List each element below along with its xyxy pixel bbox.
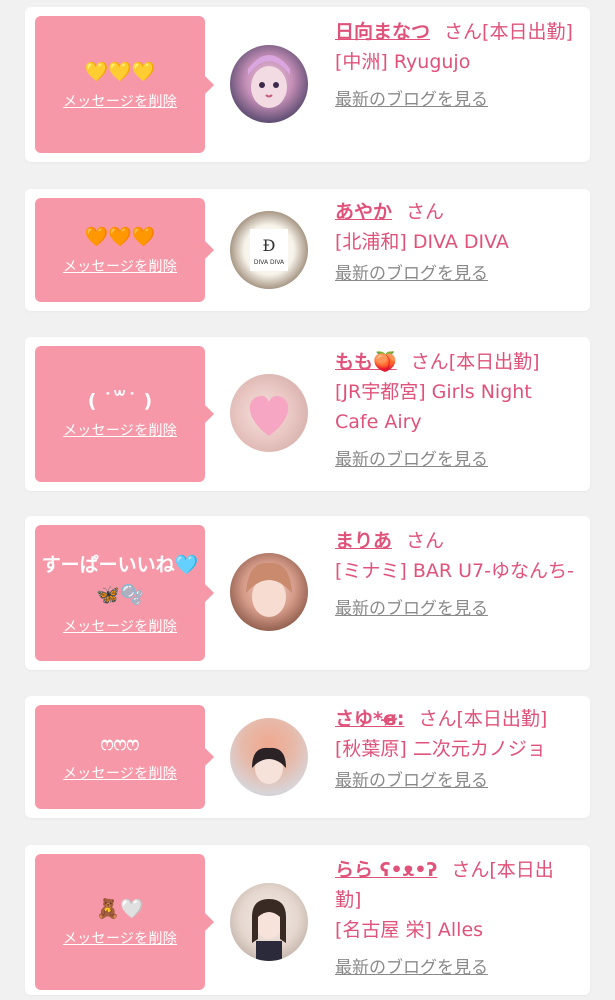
message-card: 💛💛💛 メッセージを削除 日向まなつ さん[本日出勤] [中洲] Ryugujo … [25, 7, 590, 162]
message-text: ( ˙꒳˙ ) [87, 390, 153, 412]
delete-message-link[interactable]: メッセージを削除 [63, 420, 177, 440]
message-card: すーぱーいいね🩵🦋🫧 メッセージを削除 まりあ さん [ミナミ] BAR U7-ゆ… [25, 516, 590, 670]
shop-name: [JR宇都宮] Girls Night Cafe Airy [335, 381, 532, 433]
shop-logo-icon: Ð DIVA DIVA [250, 229, 288, 271]
avatar[interactable] [230, 883, 308, 961]
honorific: さん [406, 530, 445, 552]
avatar[interactable] [230, 718, 308, 796]
honorific: さん [406, 201, 445, 223]
honorific: さん [451, 859, 490, 881]
status-badge: [本日出勤] [456, 708, 548, 730]
svg-text:Ð: Ð [263, 236, 276, 255]
shop-logo-text: DIVA DIVA [254, 259, 285, 266]
message-text: 🧸🤍 [96, 898, 144, 920]
blog-link[interactable]: 最新のブログを見る [335, 766, 488, 796]
honorific: さん [444, 21, 483, 43]
blog-link[interactable]: 最新のブログを見る [335, 445, 488, 475]
status-badge: [本日出勤] [448, 351, 540, 373]
message-card: ( ˙꒳˙ ) メッセージを削除 もも🍑 さん[本日出勤] [JR宇都宮] Gir… [25, 337, 590, 491]
avatar[interactable] [230, 553, 308, 631]
avatar-photo [248, 55, 290, 108]
message-bubble: 🧡🧡🧡 メッセージを削除 [35, 198, 214, 302]
message-bubble: 🧸🤍 メッセージを削除 [35, 854, 214, 990]
message-bubble: ( ˙꒳˙ ) メッセージを削除 [35, 346, 214, 482]
shop-name: [中洲] Ryugujo [335, 51, 471, 73]
blog-link[interactable]: 最新のブログを見る [335, 259, 488, 289]
heart-icon [249, 395, 289, 436]
avatar[interactable] [230, 45, 308, 123]
cast-info: 日向まなつ さん[本日出勤] [中洲] Ryugujo 最新のブログを見る [335, 17, 575, 115]
shop-name: [名古屋 栄] Alles [335, 919, 484, 941]
delete-message-link[interactable]: メッセージを削除 [63, 91, 177, 111]
message-text: 💛💛💛 [84, 60, 156, 83]
message-text: ෆෆෆ [100, 733, 140, 755]
delete-message-link[interactable]: メッセージを削除 [63, 256, 177, 276]
cast-info: さゆ*ɞ̴̶̷: さん[本日出勤] [秋葉原] 二次元カノジョ 最新のブログを見る [335, 704, 575, 796]
avatar[interactable]: Ð DIVA DIVA [230, 211, 308, 289]
shop-name: [北浦和] DIVA DIVA [335, 231, 509, 253]
avatar-photo [246, 562, 292, 617]
delete-message-link[interactable]: メッセージを削除 [63, 763, 177, 783]
cast-info: あやか さん [北浦和] DIVA DIVA 最新のブログを見る [335, 197, 575, 289]
cast-info: まりあ さん [ミナミ] BAR U7-ゆなんち- 最新のブログを見る [335, 526, 575, 624]
cast-name-link[interactable]: もも🍑 [335, 351, 397, 373]
shop-name: [秋葉原] 二次元カノジョ [335, 738, 546, 760]
blog-link[interactable]: 最新のブログを見る [335, 953, 488, 983]
blog-link[interactable]: 最新のブログを見る [335, 594, 488, 624]
cast-name-link[interactable]: らら ʕ•ᴥ•ʔ [335, 859, 437, 881]
message-bubble: ෆෆෆ メッセージを削除 [35, 705, 214, 809]
cast-name-link[interactable]: まりあ [335, 530, 392, 552]
message-card: ෆෆෆ メッセージを削除 さゆ*ɞ̴̶̷: さん[本日出勤] [秋葉原] 二次元カ… [25, 696, 590, 818]
avatar-photo [252, 899, 286, 961]
message-text: すーぱーいいね🩵🦋🫧 [41, 554, 199, 606]
cast-name-link[interactable]: あやか [335, 201, 392, 223]
message-bubble: すーぱーいいね🩵🦋🫧 メッセージを削除 [35, 525, 214, 661]
cast-name-link[interactable]: 日向まなつ [335, 21, 430, 43]
message-card: 🧡🧡🧡 メッセージを削除 Ð DIVA DIVA あやか さん [北浦和] DIV… [25, 189, 590, 311]
cast-info: もも🍑 さん[本日出勤] [JR宇都宮] Girls Night Cafe Air… [335, 347, 575, 475]
honorific: さん [418, 708, 457, 730]
cast-name-link[interactable]: さゆ*ɞ̴̶̷: [335, 708, 404, 730]
delete-message-link[interactable]: メッセージを削除 [63, 616, 177, 636]
message-card: 🧸🤍 メッセージを削除 らら ʕ•ᴥ•ʔ さん[本日出勤] [名古屋 栄] All… [25, 845, 590, 995]
delete-message-link[interactable]: メッセージを削除 [63, 928, 177, 948]
shop-name: [ミナミ] BAR U7-ゆなんち- [335, 560, 574, 582]
honorific: さん [410, 351, 449, 373]
cast-info: らら ʕ•ᴥ•ʔ さん[本日出勤] [名古屋 栄] Alles 最新のブログを見る [335, 855, 575, 983]
status-badge: [本日出勤] [482, 21, 573, 43]
message-text: 🧡🧡🧡 [84, 226, 156, 248]
message-bubble: 💛💛💛 メッセージを削除 [35, 16, 214, 153]
blog-link[interactable]: 最新のブログを見る [335, 85, 488, 115]
avatar[interactable] [230, 374, 308, 452]
avatar-photo [252, 747, 286, 784]
